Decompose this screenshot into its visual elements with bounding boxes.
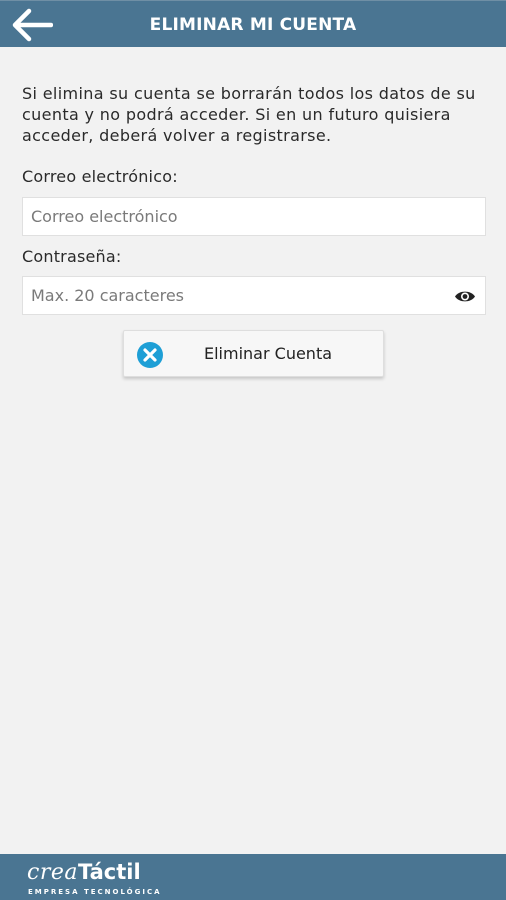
password-field-container [22,276,486,315]
footer-bar: creaTáctil EMPRESA TECNOLÓGICA [0,854,506,900]
intro-text: Si elimina su cuenta se borrarán todos l… [22,84,476,145]
app-header: ELIMINAR MI CUENTA [0,0,506,47]
brand-subtitle: EMPRESA TECNOLÓGICA [28,888,162,896]
email-label: Correo electrónico: [22,167,178,186]
email-field-container [22,197,486,236]
page-title: ELIMINAR MI CUENTA [149,14,357,35]
delete-account-label: Eliminar Cuenta [204,344,333,363]
creatactil-logo: creaTáctil EMPRESA TECNOLÓGICA [27,860,160,896]
password-label: Contraseña: [22,247,122,266]
delete-account-button[interactable]: Eliminar Cuenta [123,330,384,377]
password-field[interactable] [23,277,485,314]
eye-icon[interactable] [454,289,476,304]
close-circle-icon [137,342,163,368]
brand-tactil: Táctil [77,860,141,884]
brand-crea: crea [27,860,78,885]
email-field[interactable] [23,198,485,235]
